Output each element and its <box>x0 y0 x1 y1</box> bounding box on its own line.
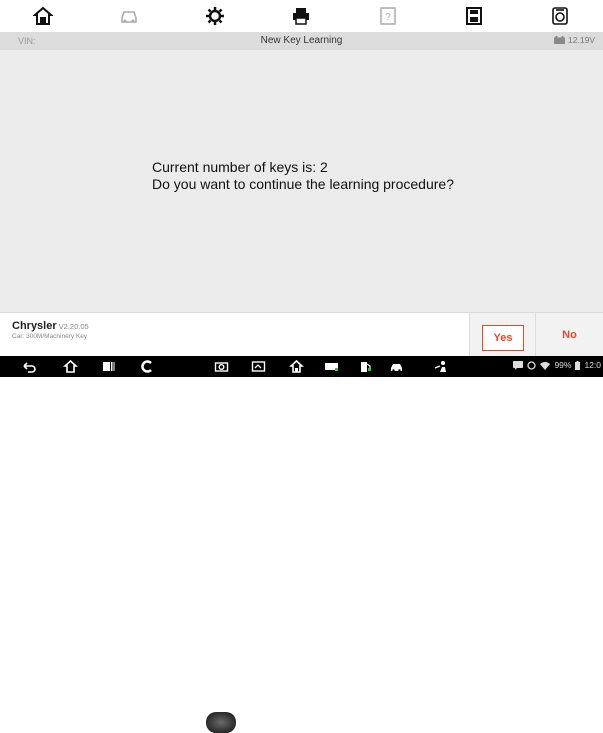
settings-icon <box>206 7 225 25</box>
maxisys-home-button[interactable] <box>288 359 304 374</box>
svg-text:?: ? <box>385 12 391 23</box>
make-name: Chrysler <box>12 320 57 332</box>
vehicle-menu-button[interactable] <box>86 0 172 32</box>
dialog-area: Current number of keys is: 2 Do you want… <box>0 50 603 312</box>
info-bar: VIN: New Key Learning 12.19V <box>0 32 603 50</box>
android-home-icon <box>62 359 78 373</box>
car-icon <box>390 364 402 372</box>
save-data-icon <box>465 7 482 25</box>
vehicle-info: Car: 300M/Machinery Key <box>12 333 88 340</box>
continue-question-text: Do you want to continue the learning pro… <box>152 176 454 192</box>
yes-button[interactable]: Yes <box>482 325 524 351</box>
help-icon: ? <box>379 7 396 25</box>
camera-icon <box>214 362 228 372</box>
print-icon <box>293 8 310 25</box>
message-icon <box>513 360 524 370</box>
vehicle-make: Chrysler V2.20.05 <box>12 320 89 332</box>
battery-icon <box>575 360 581 370</box>
system-nav-bar: 99% 12:0 <box>0 356 603 733</box>
vci-connection-icon <box>324 363 338 371</box>
android-home-button[interactable] <box>62 359 78 374</box>
recent-apps-icon <box>102 362 114 371</box>
voltage-value: 12.19V <box>568 35 595 45</box>
screen-record-icon <box>251 361 265 372</box>
dialog-buttons: Yes No <box>469 313 603 356</box>
remote-support-button[interactable] <box>433 359 449 374</box>
screenshot-highlight <box>206 712 236 733</box>
battery-voltage: 12.19V <box>554 35 595 45</box>
save-data-button[interactable] <box>431 0 517 32</box>
battery-percent: 99% <box>554 360 572 370</box>
location-icon <box>527 360 537 370</box>
top-toolbar: ? <box>0 0 603 32</box>
vehicle-button[interactable] <box>388 359 404 374</box>
vehicle-menu-icon <box>121 11 138 23</box>
vci-icon <box>140 360 152 373</box>
back-button[interactable] <box>20 359 36 374</box>
data-logging-icon <box>552 7 568 25</box>
gas-pump-icon <box>360 362 371 372</box>
screenshot-button[interactable] <box>213 359 229 374</box>
dialog-message: Current number of keys is: 2 Do you want… <box>152 159 454 193</box>
car-battery-icon <box>554 36 566 44</box>
maxisys-home-icon <box>288 359 304 373</box>
print-button[interactable] <box>258 0 344 32</box>
home-icon <box>33 6 54 25</box>
yes-button-cell: Yes <box>469 313 535 356</box>
footer-bar: Chrysler V2.20.05 Car: 300M/Machinery Key… <box>0 312 603 356</box>
clock: 12:0 <box>584 360 601 370</box>
vci-button[interactable] <box>138 359 154 374</box>
back-icon <box>22 362 36 373</box>
recent-apps-button[interactable] <box>100 359 116 374</box>
no-button[interactable]: No <box>535 313 603 356</box>
home-button[interactable] <box>0 0 86 32</box>
mechanic-icon <box>434 361 446 372</box>
software-version: V2.20.05 <box>58 322 89 331</box>
vehicle-diagnostic-button[interactable] <box>357 359 373 374</box>
page-title: New Key Learning <box>260 35 343 46</box>
settings-button[interactable] <box>172 0 258 32</box>
help-button[interactable]: ? <box>345 0 431 32</box>
screen-record-button[interactable] <box>250 359 266 374</box>
keys-count-text: Current number of keys is: 2 <box>152 159 328 175</box>
status-icons: 99% 12:0 <box>513 360 601 370</box>
vci-connection-button[interactable] <box>323 359 339 374</box>
data-logging-button[interactable] <box>517 0 603 32</box>
wifi-icon <box>540 361 551 370</box>
